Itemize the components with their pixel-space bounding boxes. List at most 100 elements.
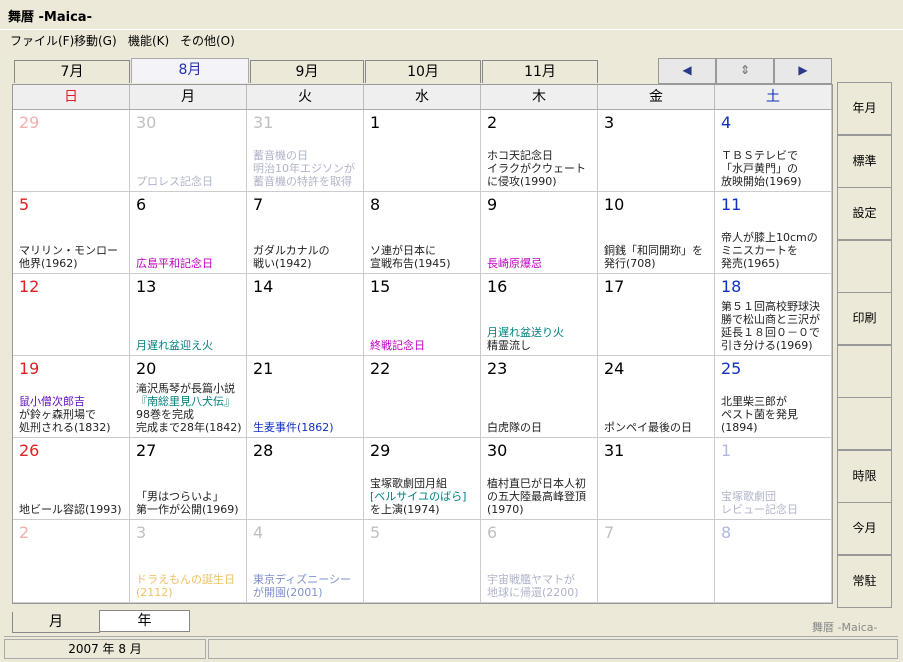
event-text: ドラえもんの誕生日 [136, 573, 235, 586]
status-current-month: 2007 年 8 月 [4, 639, 206, 659]
day-cell[interactable]: 4 東京ディズニーシー が開園(2001) [247, 520, 364, 603]
day-cell[interactable]: 22 [364, 356, 481, 438]
day-cell[interactable]: 25 北里柴三郎が ペスト菌を発見 (1894) [715, 356, 832, 438]
day-cell[interactable]: 3 ドラえもんの誕生日 (2112) [130, 520, 247, 603]
event-text: 月遅れ盆迎え火 [136, 339, 213, 352]
month-tab-jul[interactable]: 7月 [14, 60, 130, 83]
sidebar-button[interactable]: 常駐 [837, 554, 892, 608]
day-cell[interactable]: 8 ソ連が日本に 宣戦布告(1945) [364, 192, 481, 274]
weekday-header: 月 [130, 85, 247, 110]
day-cell[interactable]: 18 第５１回高校野球決 勝で松山商と三沢が 延長１８回０－０で 引き分ける(1969) [715, 274, 832, 356]
sidebar-button[interactable] [837, 344, 892, 398]
day-cell[interactable]: 6 宇宙戦艦ヤマトが 地球に帰還(2200) [481, 520, 598, 603]
event-text: ソ連が日本に [370, 244, 436, 257]
window-title: 舞暦 -Maica- [8, 10, 92, 25]
day-cell[interactable]: 16 月遅れ盆送り火 精霊流し [481, 274, 598, 356]
day-cell[interactable]: 29 [13, 110, 130, 192]
event-text: 鼠小僧次郎吉 [19, 395, 85, 408]
event-text: 明治10年エジソンが [253, 162, 355, 175]
day-cell[interactable]: 24 ポンペイ最後の日 [598, 356, 715, 438]
day-cell[interactable]: 10 銅銭「和同開珎」を 発行(708) [598, 192, 715, 274]
day-cell[interactable]: 1 宝塚歌劇団 レビュー記念日 [715, 438, 832, 520]
sidebar-button[interactable]: 時限 [837, 449, 892, 503]
day-number: 5 [370, 523, 381, 542]
menu-other[interactable]: その他(O) [180, 32, 235, 49]
day-number: 13 [136, 277, 157, 296]
day-cell[interactable]: 5 [364, 520, 481, 603]
day-cell[interactable]: 6 広島平和記念日 [130, 192, 247, 274]
prev-month-button[interactable]: ◀ [658, 58, 716, 84]
day-cell[interactable]: 31 蓄音機の日 明治10年エジソンが 蓄音機の特許を取得 [247, 110, 364, 192]
event-text: (1894) [721, 421, 758, 434]
day-cell[interactable]: 30 植村直巳が日本人初 の五大陸最高峰登頂 (1970) [481, 438, 598, 520]
day-number: 27 [136, 441, 157, 460]
day-number: 1 [370, 113, 381, 132]
day-number: 2 [487, 113, 498, 132]
menu-file[interactable]: ファイル(F) [10, 32, 74, 49]
day-number: 3 [136, 523, 147, 542]
next-month-button[interactable]: ▶ [774, 58, 832, 84]
day-cell[interactable]: 28 [247, 438, 364, 520]
day-cell[interactable]: 23 白虎隊の日 [481, 356, 598, 438]
scroll-handle[interactable]: ⇕ [716, 58, 774, 84]
sidebar-button[interactable] [837, 397, 892, 450]
day-events: 宝塚歌劇団月組 [ベルサイユのばら] を上演(1974) [370, 477, 477, 516]
sidebar-button[interactable]: 標準 [837, 134, 892, 188]
day-events: 滝沢馬琴が長篇小説 『南総里見八犬伝』 98巻を完成 完成まで28年(1842) [136, 382, 243, 434]
event-text: 完成まで28年(1842) [136, 421, 242, 434]
day-number: 1 [721, 441, 732, 460]
event-text: 第５１回高校野球決 [721, 300, 820, 313]
day-cell[interactable]: 19 鼠小僧次郎吉 が鈴ヶ森刑場で 処刑される(1832) [13, 356, 130, 438]
day-cell[interactable]: 2 ホコ天記念日 イラクがクウェート に侵攻(1990) [481, 110, 598, 192]
event-text: ペスト菌を発見 [721, 408, 798, 421]
menu-function[interactable]: 機能(K) [128, 32, 169, 49]
day-cell[interactable]: 9 長崎原爆忌 [481, 192, 598, 274]
day-cell[interactable]: 17 [598, 274, 715, 356]
event-text: 長崎原爆忌 [487, 257, 542, 270]
day-cell[interactable]: 2 [13, 520, 130, 603]
month-tab-nov[interactable]: 11月 [482, 60, 598, 83]
month-tab-oct[interactable]: 10月 [365, 60, 481, 83]
day-cell[interactable]: 4 ＴＢＳテレビで 「水戸黄門」の 放映開始(1969) [715, 110, 832, 192]
day-cell[interactable]: 13 月遅れ盆迎え火 [130, 274, 247, 356]
day-cell[interactable]: 5 マリリン・モンロー 他界(1962) [13, 192, 130, 274]
day-cell[interactable]: 8 [715, 520, 832, 603]
day-number: 30 [136, 113, 157, 132]
menu-move[interactable]: 移動(G) [74, 32, 117, 49]
day-cell[interactable]: 30 プロレス記念日 [130, 110, 247, 192]
sidebar-button[interactable] [837, 239, 892, 293]
calendar-grid: 日月火水木金土 29 30 プロレス記念日 31 蓄音機の日 明治10年エジソンが 蓄音機の特… [12, 84, 833, 604]
day-cell[interactable]: 14 [247, 274, 364, 356]
day-cell[interactable]: 20 滝沢馬琴が長篇小説 『南総里見八犬伝』 98巻を完成 完成まで28年(1842) [130, 356, 247, 438]
day-cell[interactable]: 31 [598, 438, 715, 520]
day-cell[interactable]: 7 ガダルカナルの 戦い(1942) [247, 192, 364, 274]
day-cell[interactable]: 3 [598, 110, 715, 192]
day-cell[interactable]: 1 [364, 110, 481, 192]
tab-month-view[interactable]: 月 [12, 612, 100, 633]
sidebar-button[interactable]: 設定 [837, 187, 892, 240]
day-events: 地ビール容認(1993) [19, 503, 126, 516]
event-text: 地ビール容認(1993) [19, 503, 122, 516]
event-text: 「水戸黄門」の [721, 162, 798, 175]
sidebar-button[interactable]: 印刷 [837, 292, 892, 345]
tab-year-view[interactable]: 年 [99, 610, 190, 632]
day-cell[interactable]: 26 地ビール容認(1993) [13, 438, 130, 520]
day-cell[interactable]: 7 [598, 520, 715, 603]
day-cell[interactable]: 29 宝塚歌劇団月組 [ベルサイユのばら] を上演(1974) [364, 438, 481, 520]
day-number: 31 [253, 113, 274, 132]
day-cell[interactable]: 15 終戦記念日 [364, 274, 481, 356]
event-text: 第一作が公開(1969) [136, 503, 239, 516]
sidebar-button[interactable]: 年月 [837, 82, 892, 135]
month-tab-aug[interactable]: 8月 [131, 58, 249, 83]
month-tab-sep[interactable]: 9月 [250, 60, 364, 83]
day-number: 28 [253, 441, 274, 460]
day-cell[interactable]: 21 生麦事件(1862) [247, 356, 364, 438]
day-cell[interactable]: 27 「男はつらいよ」 第一作が公開(1969) [130, 438, 247, 520]
event-text: (2112) [136, 586, 173, 599]
day-number: 2 [19, 523, 30, 542]
day-events: ソ連が日本に 宣戦布告(1945) [370, 244, 477, 270]
sidebar-button[interactable]: 今月 [837, 502, 892, 555]
event-text: 広島平和記念日 [136, 257, 213, 270]
day-cell[interactable]: 11 帝人が膝上10cmの ミニスカートを 発売(1965) [715, 192, 832, 274]
day-cell[interactable]: 12 [13, 274, 130, 356]
